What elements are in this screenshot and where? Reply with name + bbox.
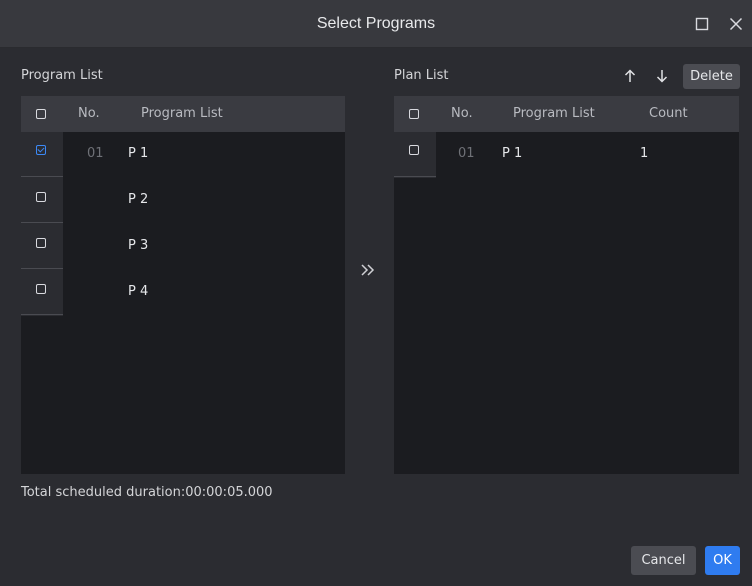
row-checkbox[interactable] [36,284,46,294]
column-no: No. [78,106,100,121]
add-to-plan-button[interactable] [356,258,380,282]
row-number: 01 [458,146,475,161]
dialog-title: Select Programs [316,15,436,32]
column-program-list: Program List [141,106,223,121]
program-name: P 3 [128,238,149,253]
program-name: P 1 [128,146,149,161]
row-divider [21,268,63,269]
total-duration: Total scheduled duration:00:00:05.000 [21,485,273,500]
row-divider [21,176,63,177]
close-icon [729,17,743,31]
row-divider [394,176,436,177]
program-name: P 1 [502,146,523,161]
maximize-button[interactable] [690,12,714,36]
row-checkbox[interactable] [36,192,46,202]
cancel-button[interactable]: Cancel [631,546,696,575]
plan-list-table: No. Program List Count 01 P 1 1 [394,96,739,474]
move-down-button[interactable] [652,66,672,86]
program-name: P 4 [128,284,149,299]
move-up-button[interactable] [620,66,640,86]
title-bar: Select Programs [0,0,752,48]
column-no: No. [451,106,473,121]
row-divider [21,314,63,315]
select-all-checkbox[interactable] [36,109,46,119]
row-checkbox[interactable] [36,238,46,248]
delete-button[interactable]: Delete [683,64,740,89]
arrow-down-icon [656,70,668,83]
close-button[interactable] [724,12,748,36]
select-all-checkbox[interactable] [409,109,419,119]
program-count: 1 [640,146,649,161]
column-count: Count [649,106,688,121]
maximize-icon [695,17,709,31]
double-chevron-right-icon [361,264,375,276]
program-list-label: Program List [21,68,103,83]
column-program-list: Program List [513,106,595,121]
program-list-header: No. Program List [21,96,345,132]
program-list-table: No. Program List 01 P 1 P 2 P 3 P 4 [21,96,345,474]
program-name: P 2 [128,192,149,207]
row-checkbox[interactable] [409,145,419,155]
plan-list-header: No. Program List Count [394,96,739,132]
ok-button[interactable]: OK [705,546,740,575]
row-number: 01 [87,146,104,161]
plan-list-label: Plan List [394,68,449,83]
row-divider [21,222,63,223]
row-checkbox[interactable] [36,145,46,155]
checkbox-column [394,132,436,178]
arrow-up-icon [624,69,636,82]
